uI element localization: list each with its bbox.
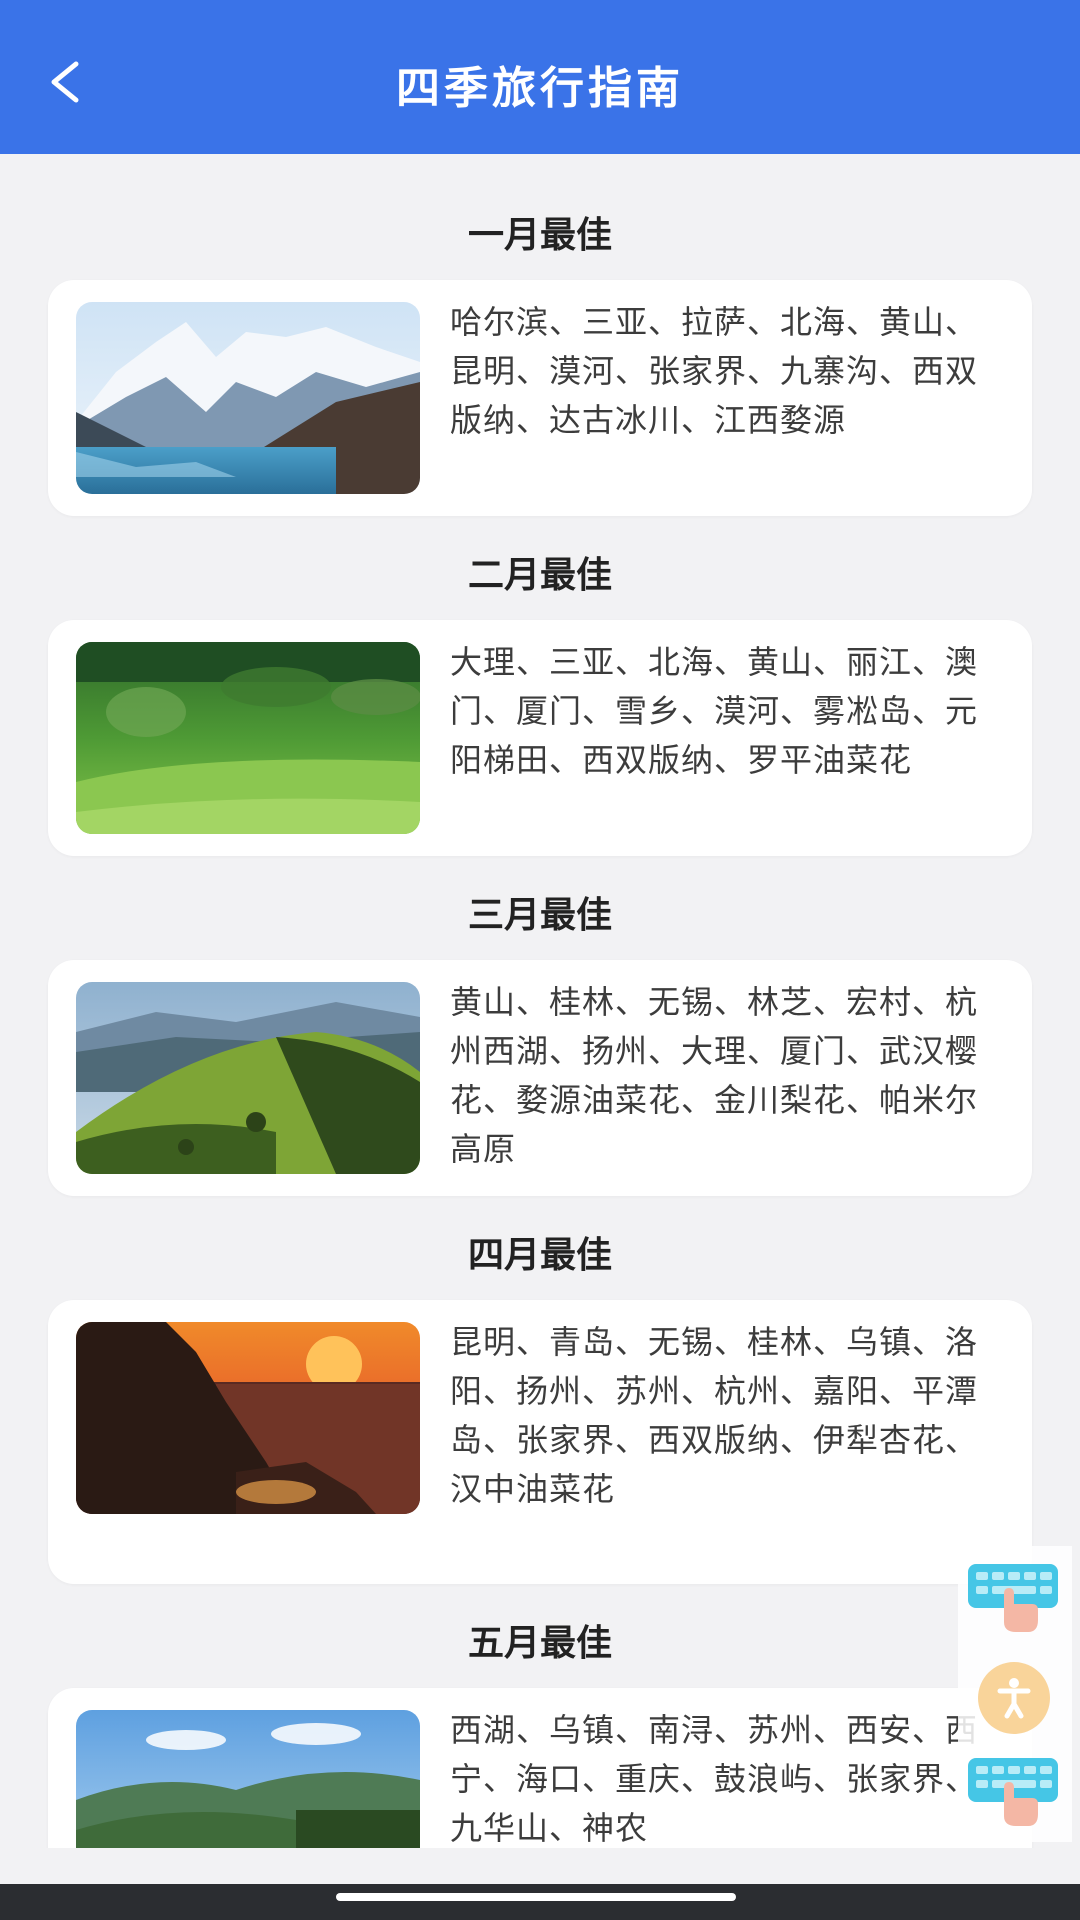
section-title-may: 五月最佳 (467, 1623, 612, 1664)
section-title-april: 四月最佳 (467, 1235, 612, 1276)
destination-image-green-meadow (76, 642, 420, 834)
destinations-text: 昆明、青岛、无锡、桂林、乌镇、洛阳、扬州、苏州、杭州、嘉阳、平潭岛、张家界、西双… (450, 1323, 979, 1508)
destination-image-sunset-cliff (76, 1322, 420, 1514)
section-title-march: 三月最佳 (467, 895, 612, 936)
destinations-text: 黄山、桂林、无锡、林芝、宏村、杭州西湖、扬州、大理、厦门、武汉樱花、婺源油菜花、… (450, 983, 979, 1168)
month-card-february[interactable]: 大理、三亚、北海、黄山、丽江、澳门、厦门、雪乡、漠河、雾凇岛、元阳梯田、西双版纳… (48, 620, 1032, 856)
accessibility-icon (978, 1662, 1050, 1734)
month-card-april[interactable]: 昆明、青岛、无锡、桂林、乌镇、洛阳、扬州、苏州、杭州、嘉阳、平潭岛、张家界、西双… (48, 1300, 1032, 1584)
keyboard-touch-icon (968, 1758, 1058, 1826)
destination-image-mountain-sky (76, 1710, 420, 1848)
destination-image-green-hills (76, 982, 420, 1174)
keyboard-touch-icon (968, 1564, 1058, 1632)
section-title-january: 一月最佳 (467, 215, 612, 256)
accessibility-button[interactable] (976, 1660, 1052, 1736)
app-header: 四季旅行指南 (0, 0, 1080, 154)
month-card-january[interactable]: 哈尔滨、三亚、拉萨、北海、黄山、昆明、漠河、张家界、九寨沟、西双版纳、达古冰川、… (48, 280, 1032, 516)
keyboard-touch-button-2[interactable] (966, 1754, 1064, 1830)
destinations-text: 西湖、乌镇、南浔、苏州、西安、西宁、海口、重庆、鼓浪屿、张家界、九华山、神农 (450, 1711, 979, 1847)
month-card-may[interactable]: 西湖、乌镇、南浔、苏州、西安、西宁、海口、重庆、鼓浪屿、张家界、九华山、神农 (48, 1688, 1032, 1848)
page-title: 四季旅行指南 (396, 63, 684, 114)
system-navigation-bar (0, 1884, 1080, 1920)
month-card-march[interactable]: 黄山、桂林、无锡、林芝、宏村、杭州西湖、扬州、大理、厦门、武汉樱花、婺源油菜花、… (48, 960, 1032, 1196)
keyboard-touch-button[interactable] (966, 1560, 1064, 1636)
destinations-text: 哈尔滨、三亚、拉萨、北海、黄山、昆明、漠河、张家界、九寨沟、西双版纳、达古冰川、… (450, 303, 979, 439)
home-indicator[interactable] (336, 1893, 736, 1901)
scroll-content[interactable]: 一月最佳 哈尔滨、三亚、拉萨、北海、黄山、昆明、漠河、张家界、九寨沟、西双版纳、… (0, 154, 1080, 1848)
section-title-february: 二月最佳 (467, 555, 612, 596)
destination-image-snow-mountain (76, 302, 420, 494)
destinations-text: 大理、三亚、北海、黄山、丽江、澳门、厦门、雪乡、漠河、雾凇岛、元阳梯田、西双版纳… (450, 643, 979, 779)
